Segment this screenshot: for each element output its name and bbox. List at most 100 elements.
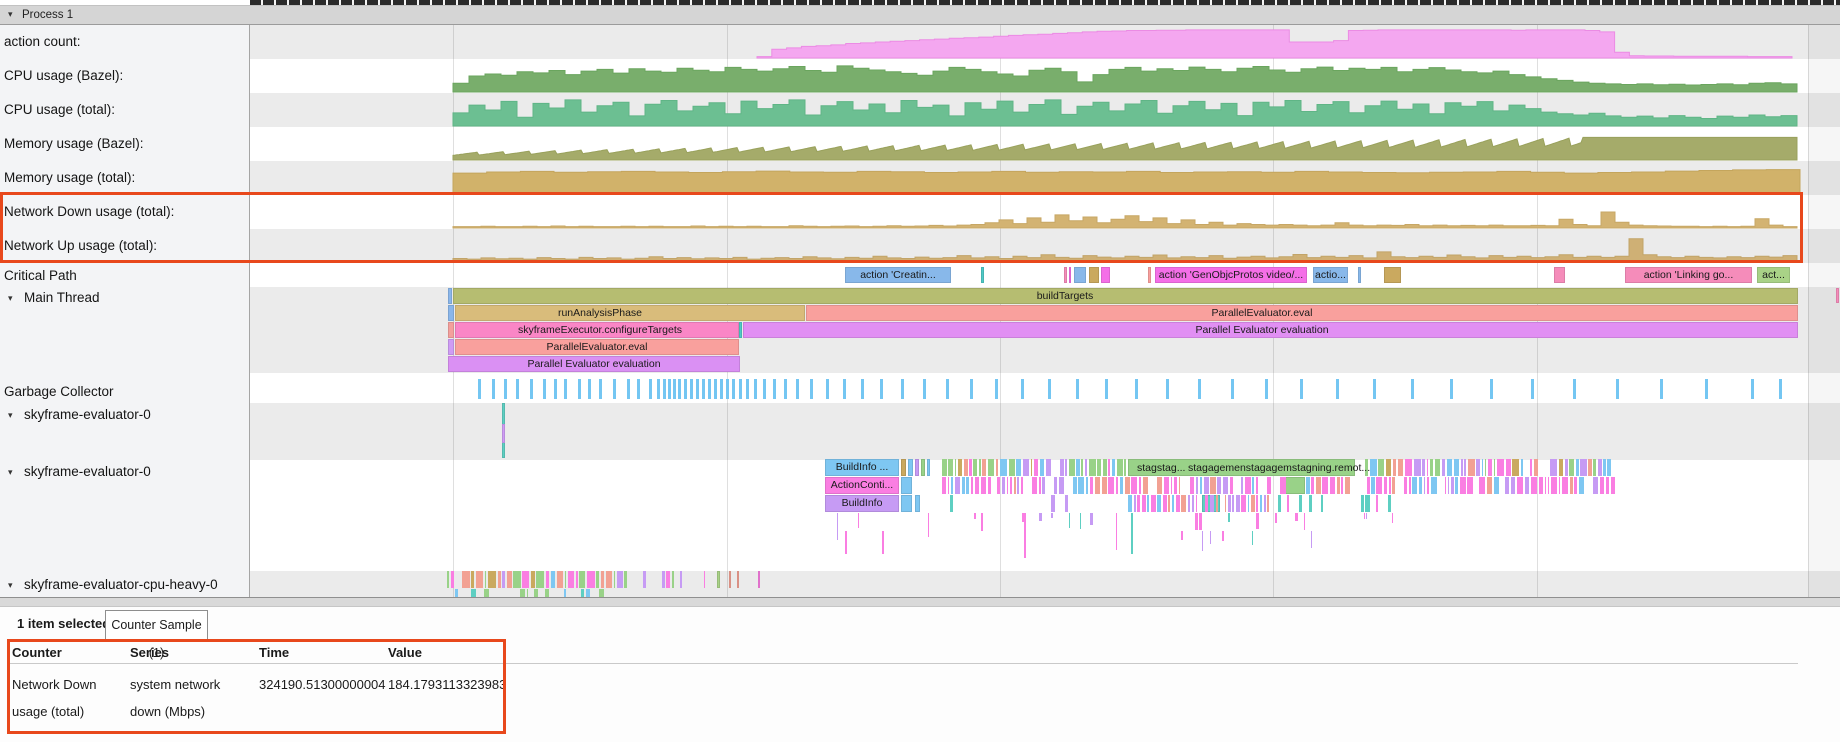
timeline-slice[interactable] bbox=[1034, 459, 1038, 476]
timeline-slice[interactable] bbox=[1024, 513, 1026, 558]
timeline-slice[interactable] bbox=[1217, 477, 1221, 494]
timeline-slice[interactable] bbox=[1467, 477, 1473, 494]
timeline-slice[interactable] bbox=[579, 571, 585, 588]
timeline-slice[interactable] bbox=[1064, 267, 1067, 283]
gc-event-tick[interactable] bbox=[708, 379, 711, 399]
timeline-slice[interactable] bbox=[1188, 495, 1191, 512]
timeline-slice[interactable] bbox=[1611, 477, 1615, 494]
gc-event-tick[interactable] bbox=[1265, 379, 1268, 399]
timeline-slice[interactable] bbox=[1076, 459, 1080, 476]
timeline-slice[interactable] bbox=[614, 571, 616, 588]
timeline-slice[interactable] bbox=[1223, 477, 1228, 494]
timeline-slice[interactable] bbox=[1322, 477, 1328, 494]
timeline-slice[interactable] bbox=[564, 589, 566, 597]
timeline-slice[interactable] bbox=[1494, 477, 1500, 494]
timeline-slice[interactable] bbox=[927, 459, 930, 476]
timeline-slice[interactable] bbox=[951, 477, 953, 494]
timeline-slice[interactable] bbox=[1069, 513, 1070, 528]
timeline-slice[interactable] bbox=[451, 571, 455, 588]
timeline-slice[interactable] bbox=[1512, 459, 1519, 476]
timeline-slice[interactable] bbox=[1065, 495, 1068, 512]
timeline-slice[interactable] bbox=[447, 571, 449, 588]
timeline-slice[interactable] bbox=[1256, 513, 1259, 529]
timeline-slice[interactable] bbox=[1476, 459, 1480, 476]
gc-event-tick[interactable] bbox=[684, 379, 687, 399]
timeline-slice[interactable] bbox=[1392, 513, 1393, 523]
timeline-slice[interactable] bbox=[484, 589, 489, 597]
timeline-slice[interactable] bbox=[551, 571, 555, 588]
gc-event-tick[interactable] bbox=[1198, 379, 1201, 399]
timeline-slice[interactable] bbox=[1521, 459, 1523, 476]
gc-event-tick[interactable] bbox=[702, 379, 705, 399]
timeline-slice[interactable] bbox=[672, 571, 675, 588]
timeline-slice[interactable] bbox=[969, 459, 971, 476]
timeline-slice[interactable] bbox=[1570, 477, 1573, 494]
timeline-slice[interactable] bbox=[1078, 477, 1084, 494]
gc-event-tick[interactable] bbox=[504, 379, 507, 399]
timeline-slice[interactable] bbox=[1157, 495, 1161, 512]
timeline-slice[interactable] bbox=[1116, 513, 1117, 550]
timeline-slice[interactable] bbox=[522, 571, 529, 588]
timeline-slice[interactable] bbox=[568, 571, 575, 588]
timeline-slice[interactable] bbox=[1181, 495, 1186, 512]
timeline-slice[interactable] bbox=[520, 589, 525, 597]
gc-event-tick[interactable] bbox=[1135, 379, 1138, 399]
gc-event-tick[interactable] bbox=[732, 379, 735, 399]
gc-event-tick[interactable] bbox=[578, 379, 581, 399]
timeline-slice[interactable] bbox=[1230, 477, 1233, 494]
timeline-slice[interactable] bbox=[997, 477, 1000, 494]
timeline-slice[interactable] bbox=[1009, 459, 1015, 476]
timeline-slice[interactable] bbox=[1108, 459, 1110, 476]
gc-event-tick[interactable] bbox=[1411, 379, 1414, 399]
timeline-slice[interactable] bbox=[1046, 459, 1051, 476]
timeline-slice[interactable]: BuildInfo ... bbox=[825, 459, 899, 476]
timeline-slice[interactable] bbox=[837, 513, 838, 540]
timeline-slice[interactable] bbox=[1051, 513, 1053, 518]
timeline-slice[interactable] bbox=[1306, 477, 1310, 494]
timeline-slice[interactable] bbox=[485, 571, 487, 588]
timeline-slice[interactable] bbox=[1040, 459, 1044, 476]
gc-event-tick[interactable] bbox=[720, 379, 723, 399]
timeline-slice[interactable] bbox=[1497, 459, 1504, 476]
timeline-slice[interactable] bbox=[1278, 495, 1281, 512]
timeline-slice[interactable] bbox=[1228, 513, 1231, 522]
timeline-slice[interactable] bbox=[1051, 495, 1055, 512]
timeline-slice[interactable] bbox=[1384, 477, 1387, 494]
timeline-slice[interactable] bbox=[1311, 531, 1312, 548]
collapse-arrow-icon[interactable]: ▾ bbox=[8, 575, 13, 595]
gc-event-tick[interactable] bbox=[492, 379, 495, 399]
timeline-slice[interactable] bbox=[596, 571, 599, 588]
timeline-slice[interactable] bbox=[1370, 459, 1377, 476]
timeline-slice[interactable] bbox=[1060, 459, 1064, 476]
timeline-slice[interactable] bbox=[1228, 495, 1231, 512]
timeline-slice[interactable] bbox=[1059, 477, 1065, 494]
timeline-slice[interactable] bbox=[1236, 495, 1240, 512]
timeline-slice[interactable] bbox=[1600, 477, 1605, 494]
timeline-slice[interactable] bbox=[586, 589, 590, 597]
timeline-slice[interactable]: action 'GenObjcProtos video/... bbox=[1155, 267, 1307, 283]
timeline-slice[interactable] bbox=[1148, 267, 1151, 283]
timeline-slice[interactable] bbox=[1366, 513, 1367, 519]
gc-event-tick[interactable] bbox=[663, 379, 666, 399]
timeline-slice[interactable] bbox=[1195, 513, 1198, 530]
gc-event-tick[interactable] bbox=[1751, 379, 1754, 399]
timeline-slice[interactable] bbox=[1021, 477, 1023, 494]
timeline-slice[interactable] bbox=[996, 459, 999, 476]
gc-event-tick[interactable] bbox=[1231, 379, 1234, 399]
timeline-slice[interactable] bbox=[1245, 477, 1251, 494]
timeline-slice[interactable] bbox=[1414, 459, 1421, 476]
timeline-slice[interactable] bbox=[1196, 495, 1198, 512]
timeline-slice[interactable] bbox=[1485, 459, 1487, 476]
gc-event-tick[interactable] bbox=[516, 379, 519, 399]
timeline-slice[interactable] bbox=[1251, 495, 1255, 512]
gc-event-tick[interactable] bbox=[564, 379, 567, 399]
gc-event-tick[interactable] bbox=[861, 379, 864, 399]
timeline-slice[interactable] bbox=[1069, 459, 1075, 476]
timeline-slice[interactable] bbox=[1095, 477, 1100, 494]
timeline-slice[interactable] bbox=[1147, 495, 1149, 512]
timeline-slice[interactable] bbox=[545, 589, 550, 597]
timeline-slice[interactable] bbox=[1341, 477, 1343, 494]
timeline-slice[interactable] bbox=[1241, 495, 1246, 512]
timeline-slice[interactable] bbox=[1256, 477, 1258, 494]
timeline-slice[interactable] bbox=[955, 477, 961, 494]
